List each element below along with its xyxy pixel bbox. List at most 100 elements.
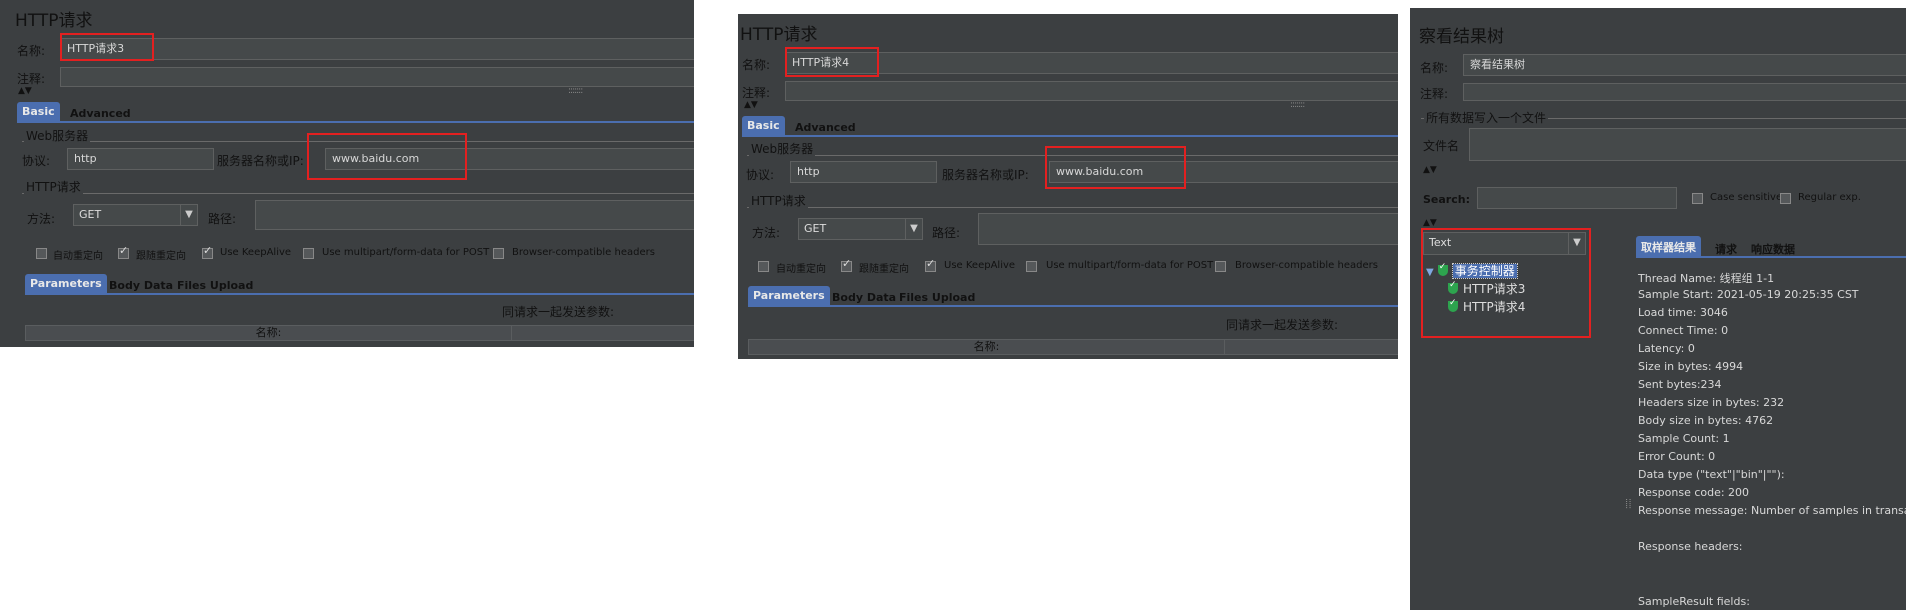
browser-headers-checkbox[interactable]	[1215, 261, 1226, 272]
path-field[interactable]	[978, 213, 1398, 245]
result-line: Response message: Number of samples in t…	[1638, 504, 1906, 517]
split-arrows-icon[interactable]: ▲▼	[1423, 165, 1437, 175]
result-line: Size in bytes: 4994	[1638, 360, 1744, 373]
split-arrows-icon[interactable]: ▲▼	[18, 86, 32, 96]
result-line: SampleResult fields:	[1638, 595, 1750, 608]
result-line: Data type ("text"|"bin"|""):	[1638, 468, 1785, 481]
follow-redirects-checkbox[interactable]	[841, 257, 852, 272]
search-input[interactable]	[1477, 187, 1677, 209]
search-label: Search:	[1423, 193, 1470, 206]
multipart-checkbox[interactable]	[303, 248, 314, 259]
drag-handle-icon[interactable]: :::::	[1623, 498, 1633, 508]
method-value: GET	[804, 222, 827, 235]
method-value: GET	[79, 208, 102, 221]
redirect-auto-checkbox[interactable]	[36, 248, 47, 259]
drag-handle-icon[interactable]: :::::::	[568, 86, 583, 96]
protocol-field[interactable]: http	[790, 161, 937, 183]
http-group	[22, 193, 694, 194]
name-field[interactable]: HTTP请求3	[60, 38, 694, 60]
regex-checkbox[interactable]	[1780, 193, 1791, 204]
result-line: Sample Count: 1	[1638, 432, 1730, 445]
keepalive-label: Use KeepAlive	[944, 260, 1016, 271]
panel-title: 察看结果树	[1419, 27, 1504, 47]
comment-label: 注释:	[17, 72, 46, 86]
server-label: 服务器名称或IP:	[217, 154, 304, 168]
protocol-label: 协议:	[746, 168, 775, 182]
protocol-field[interactable]: http	[67, 148, 214, 170]
split-arrows-icon[interactable]: ▲▼	[744, 100, 758, 110]
keepalive-checkbox[interactable]	[202, 244, 213, 259]
comment-field[interactable]	[60, 67, 694, 87]
result-line: Load time: 3046	[1638, 306, 1728, 319]
redirect-auto-label: 自动重定向	[776, 264, 826, 275]
highlight-box	[785, 47, 879, 77]
result-line: Connect Time: 0	[1638, 324, 1729, 337]
panel-title: HTTP请求	[15, 11, 93, 31]
result-line: Latency: 0	[1638, 342, 1695, 355]
multipart-checkbox[interactable]	[1026, 261, 1037, 272]
file-group-title: 所有数据写入一个文件	[1424, 109, 1549, 126]
method-select[interactable]: GET ▼	[73, 204, 198, 226]
highlight-box	[60, 33, 154, 61]
drag-handle-icon[interactable]: :::::::	[1290, 100, 1305, 110]
web-server-group-title: Web服务器	[749, 140, 816, 157]
tab-parameters[interactable]: Parameters	[748, 286, 830, 305]
result-line: Response headers:	[1638, 540, 1743, 553]
file-label: 文件名	[1423, 139, 1460, 153]
path-label: 路径:	[932, 226, 961, 240]
highlight-box	[1045, 146, 1186, 189]
panel-title: HTTP请求	[740, 25, 818, 45]
chevron-down-icon: ▼	[905, 219, 922, 239]
result-line: Headers size in bytes: 232	[1638, 396, 1785, 409]
chevron-down-icon: ▼	[180, 205, 197, 225]
http-group-title: HTTP请求	[24, 178, 83, 195]
params-table-header-value	[511, 325, 694, 341]
tab-basic[interactable]: Basic	[742, 116, 785, 135]
result-line: Sample Start: 2021-05-19 20:25:35 CST	[1638, 288, 1859, 301]
name-field[interactable]: 察看结果树	[1463, 54, 1906, 76]
web-server-group-title: Web服务器	[24, 127, 91, 144]
path-field[interactable]	[255, 200, 694, 230]
tab-sampler-result[interactable]: 取样器结果	[1636, 236, 1701, 258]
http-group-title: HTTP请求	[749, 192, 808, 209]
name-label: 名称:	[1420, 61, 1449, 75]
comment-field[interactable]	[785, 81, 1398, 101]
case-sensitive-label: Case sensitive	[1710, 192, 1783, 203]
http-request-panel-3: HTTP请求 名称: HTTP请求3 注释: ▲▼ ::::::: Basic …	[0, 0, 694, 347]
highlight-box	[1421, 228, 1591, 338]
follow-redirects-label: 跟随重定向	[136, 251, 186, 262]
browser-headers-label: Browser-compatible headers	[1235, 260, 1378, 271]
follow-redirects-checkbox[interactable]	[118, 244, 129, 259]
highlight-box	[307, 133, 467, 180]
result-line: Thread Name: 线程组 1-1	[1638, 272, 1775, 285]
method-label: 方法:	[27, 212, 56, 226]
name-label: 名称:	[17, 44, 46, 58]
tab-underline	[1636, 256, 1906, 258]
server-label: 服务器名称或IP:	[942, 168, 1029, 182]
send-params-label: 同请求一起发送参数:	[502, 305, 615, 319]
tab-parameters[interactable]: Parameters	[25, 274, 107, 293]
protocol-label: 协议:	[22, 154, 51, 168]
case-sensitive-checkbox[interactable]	[1692, 193, 1703, 204]
comment-label: 注释:	[742, 86, 771, 100]
params-table-header: 名称:	[25, 325, 512, 341]
multipart-label: Use multipart/form-data for POST	[322, 247, 490, 258]
column-name: 名称:	[973, 340, 1000, 353]
result-line: Sent bytes:234	[1638, 378, 1722, 391]
file-field[interactable]	[1469, 128, 1906, 161]
keepalive-checkbox[interactable]	[925, 257, 936, 272]
method-select[interactable]: GET ▼	[798, 218, 923, 240]
redirect-auto-checkbox[interactable]	[758, 261, 769, 272]
comment-field[interactable]	[1463, 83, 1906, 101]
browser-headers-checkbox[interactable]	[493, 248, 504, 259]
comment-label: 注释:	[1420, 87, 1449, 101]
regex-label: Regular exp.	[1798, 192, 1861, 203]
tab-underline	[742, 135, 1398, 137]
tab-underline	[17, 121, 694, 123]
send-params-label: 同请求一起发送参数:	[1226, 318, 1339, 332]
keepalive-label: Use KeepAlive	[220, 247, 292, 258]
browser-headers-label: Browser-compatible headers	[512, 247, 655, 258]
column-name: 名称:	[255, 326, 282, 339]
split-arrows-icon[interactable]: ▲▼	[1423, 218, 1437, 228]
tab-basic[interactable]: Basic	[17, 102, 60, 121]
